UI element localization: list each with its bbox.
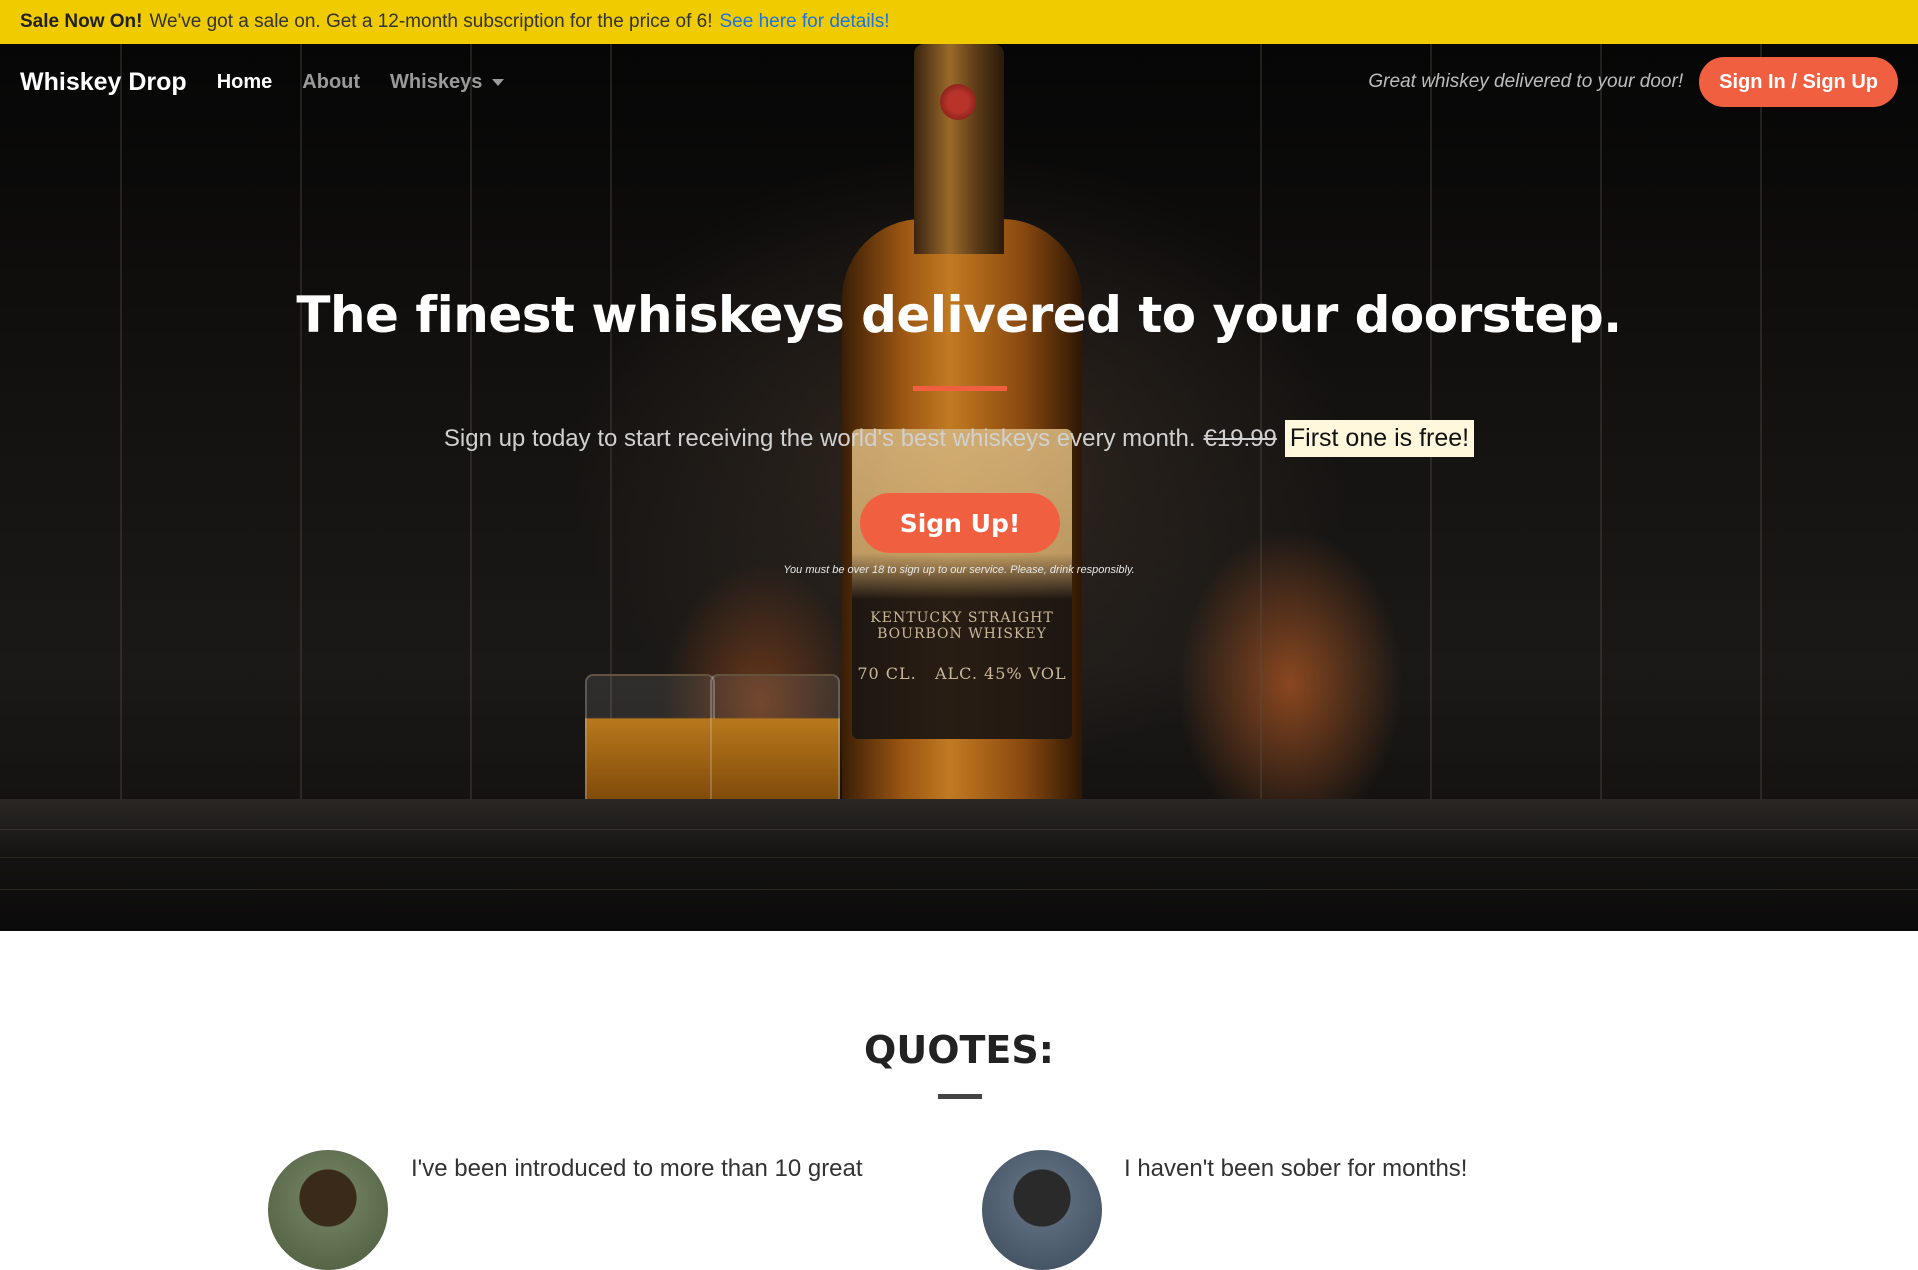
quotes-heading: QUOTES: <box>864 1028 1054 1072</box>
nav-right: Great whiskey delivered to your door! Si… <box>1368 57 1898 107</box>
bottle-label <box>852 429 1072 739</box>
hero-subtitle-text: Sign up today to start receiving the wor… <box>443 424 1196 452</box>
quotes-divider <box>938 1094 982 1099</box>
bottle-volume: 70 CL. <box>857 664 917 683</box>
wooden-ledge <box>0 799 1918 931</box>
avatar <box>982 1150 1102 1270</box>
nav-home[interactable]: Home <box>217 71 273 94</box>
nav-whiskeys-label: Whiskeys <box>390 70 483 93</box>
announcement-details-link[interactable]: See here for details! <box>720 11 890 33</box>
quote-text: I've been introduced to more than 10 gre… <box>411 1155 863 1182</box>
hero-divider <box>913 386 1007 391</box>
hero-signup-button[interactable]: Sign Up! <box>860 493 1060 553</box>
chevron-down-icon <box>492 78 505 86</box>
hero-title: The finest whiskeys delivered to your do… <box>296 286 1622 344</box>
hero-subtitle: Sign up today to start receiving the wor… <box>0 420 1918 457</box>
announcement-text: We've got a sale on. Get a 12-month subs… <box>149 11 713 32</box>
nav-whiskeys-dropdown[interactable]: Whiskeys <box>390 70 505 94</box>
avatar <box>268 1150 388 1270</box>
brand-logo[interactable]: Whiskey Drop <box>20 68 187 97</box>
nav-tagline: Great whiskey delivered to your door! <box>1368 71 1684 92</box>
hero-section: KENTUCKY STRAIGHT BOURBON WHISKEY 70 CL.… <box>0 44 1918 931</box>
announcement-title: Sale Now On! <box>20 11 143 32</box>
announcement-bar: Sale Now On! We've got a sale on. Get a … <box>0 0 1918 44</box>
age-disclaimer: You must be over 18 to sign up to our se… <box>783 564 1135 576</box>
bottle-abv: ALC. 45% VOL <box>934 664 1067 683</box>
bottle-label-line1: KENTUCKY STRAIGHT <box>870 610 1054 626</box>
nav-about[interactable]: About <box>302 71 360 94</box>
free-offer-badge: First one is free! <box>1284 420 1475 457</box>
bottle-label-volume: 70 CL. ALC. 45% VOL <box>852 664 1072 683</box>
quote-text: I haven't been sober for months! <box>1124 1155 1468 1182</box>
bottle-label-line2: BOURBON WHISKEY <box>877 626 1047 642</box>
old-price: €19.99 <box>1203 424 1277 452</box>
navbar: Whiskey Drop Home About Whiskeys Great w… <box>0 44 1918 120</box>
sign-in-button[interactable]: Sign In / Sign Up <box>1699 57 1898 107</box>
